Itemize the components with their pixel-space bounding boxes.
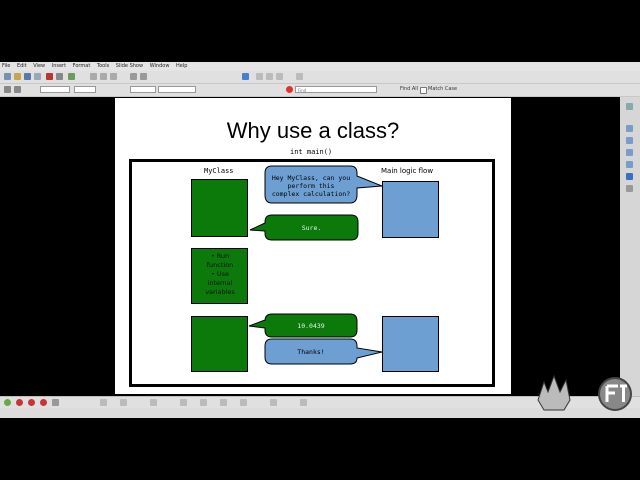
styles-icon[interactable] (626, 161, 633, 168)
thanks-text: Thanks! (297, 348, 325, 356)
stars-icon[interactable] (240, 399, 247, 406)
bullet-line-3: • Use (210, 270, 230, 278)
value-text: 10.0439 (297, 322, 325, 330)
question-text: Hey MyClass, can you perform this comple… (265, 174, 357, 198)
question-line-1: Hey MyClass, can you (271, 174, 351, 182)
bullet-line-5: variables (205, 288, 235, 296)
text-tool-icon[interactable] (120, 399, 127, 406)
animation-icon[interactable] (626, 137, 633, 144)
curve-tool-icon[interactable] (150, 399, 157, 406)
fontwork-icon[interactable] (270, 399, 277, 406)
question-line-2: perform this (287, 182, 335, 190)
myclass-bullets: • Run function • Use internal variables (192, 252, 248, 297)
gallery-icon[interactable] (626, 173, 633, 180)
shape-red-icon-3[interactable] (40, 399, 47, 406)
bullet-line-2: function (206, 261, 234, 269)
shape-red-icon[interactable] (16, 399, 23, 406)
channel-watermark-logo (537, 374, 632, 411)
symbol-shapes-icon[interactable] (200, 399, 207, 406)
bullet-line-1: • Run (210, 252, 230, 260)
line-tool-icon[interactable] (52, 399, 59, 406)
right-sidebar (620, 97, 640, 396)
navigator-sidebar-icon[interactable] (626, 185, 633, 192)
flame-shape (537, 374, 571, 411)
master-slides-icon[interactable] (626, 149, 633, 156)
slide-transition-icon[interactable] (626, 125, 633, 132)
properties-icon[interactable] (626, 103, 633, 110)
arrows-icon[interactable] (220, 399, 227, 406)
basic-shapes-icon[interactable] (180, 399, 187, 406)
sure-text: Sure. (301, 224, 322, 232)
bullet-line-4: internal (207, 279, 233, 287)
rectangle-tool-icon[interactable] (100, 399, 107, 406)
extrusion-icon[interactable] (300, 399, 307, 406)
select-tool-icon[interactable] (4, 399, 11, 406)
question-line-3: complex calculation? (271, 190, 351, 198)
shape-red-icon-2[interactable] (28, 399, 35, 406)
